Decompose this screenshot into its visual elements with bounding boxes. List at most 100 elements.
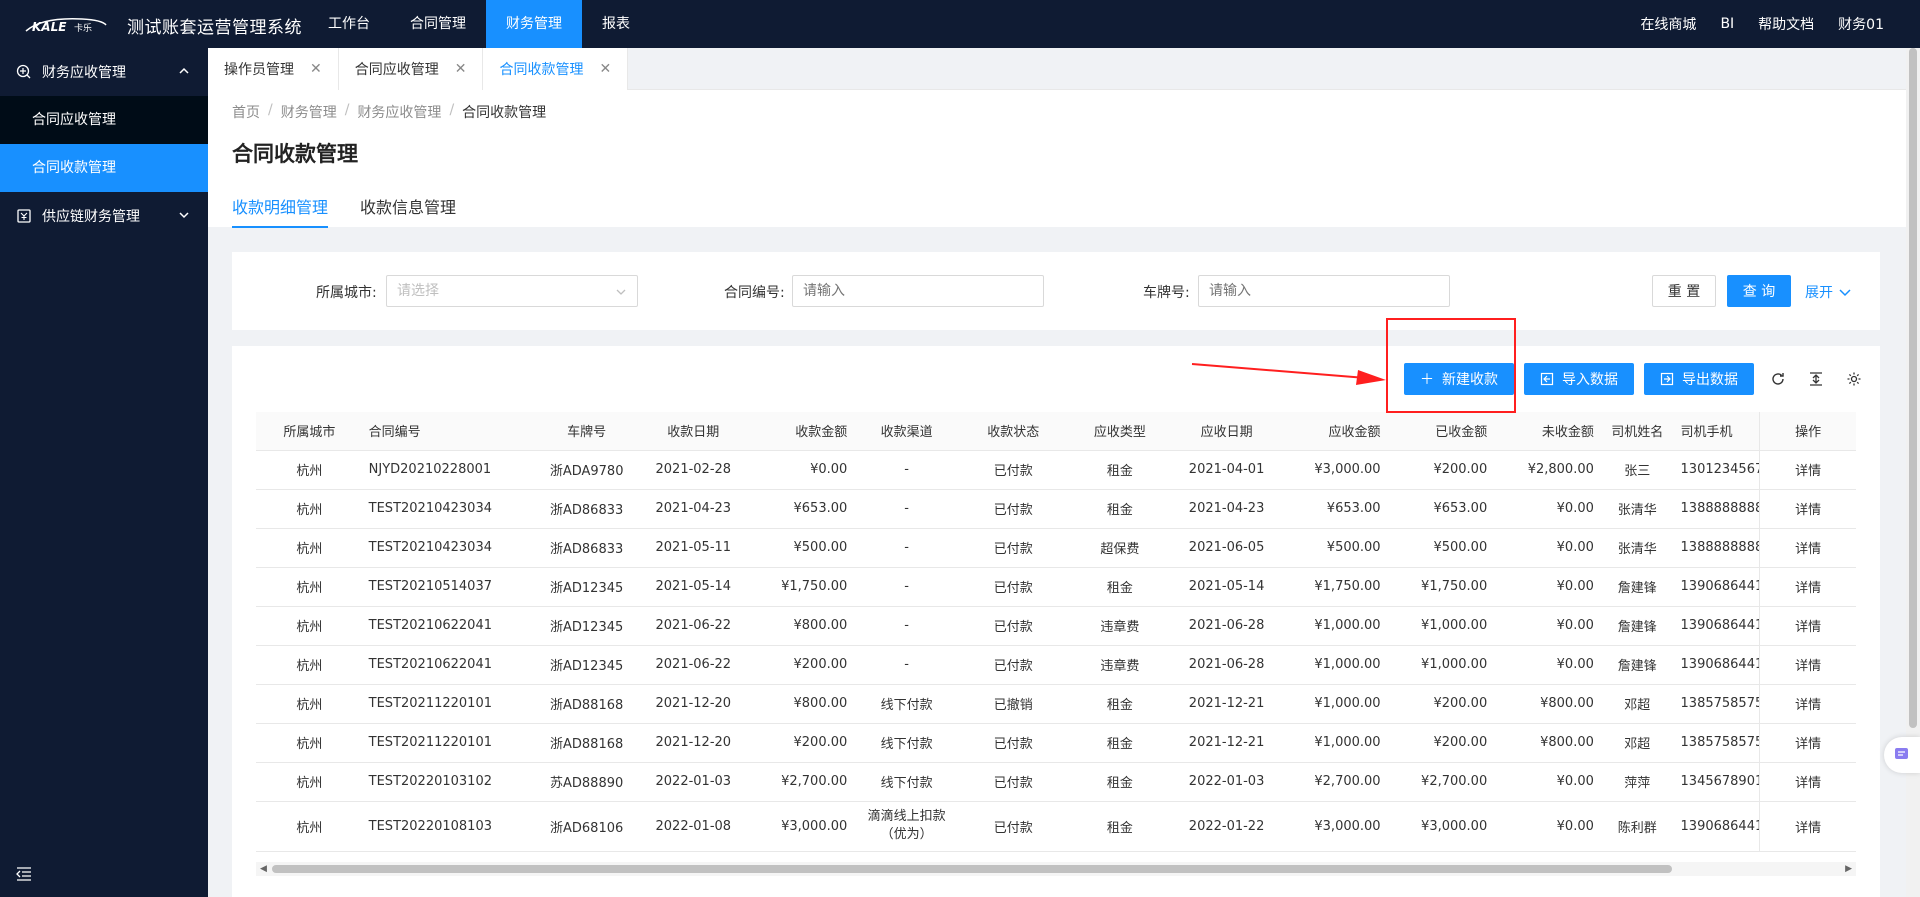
sidebar-group-finance-receivable[interactable]: 财务应收管理 bbox=[0, 48, 208, 96]
horizontal-scrollbar[interactable]: ◀ ▶ bbox=[256, 862, 1856, 876]
detail-link[interactable]: 详情 bbox=[1759, 606, 1856, 646]
breadcrumb-home[interactable]: 首页 bbox=[232, 102, 260, 122]
cell-receivable-date: 2021-06-05 bbox=[1173, 528, 1280, 568]
nav-reports[interactable]: 报表 bbox=[582, 0, 650, 48]
table-row: 杭州 TEST20210423034 浙AD86833 2021-05-11 ¥500.… bbox=[256, 528, 1856, 568]
city-placeholder: 请选择 bbox=[397, 283, 439, 299]
reset-button[interactable]: 重 置 bbox=[1652, 275, 1716, 307]
cell-receivable-amount: ¥2,700.00 bbox=[1279, 762, 1387, 802]
link-help-docs[interactable]: 帮助文档 bbox=[1758, 14, 1814, 34]
breadcrumb-finance[interactable]: 财务管理 bbox=[281, 102, 337, 122]
cell-received-amount: ¥3,000.00 bbox=[1386, 801, 1494, 852]
table-header-row: 所属城市 合同编号 车牌号 收款日期 收款金额 收款渠道 收款状态 应收类型 应… bbox=[256, 412, 1856, 451]
col-driver-name: 司机姓名 bbox=[1599, 412, 1675, 451]
contract-no-input[interactable] bbox=[792, 275, 1044, 307]
table-row: 杭州 TEST20210622041 浙AD12345 2021-06-22 ¥800.… bbox=[256, 606, 1856, 646]
tab-contract-receipt[interactable]: 合同收款管理 ✕ bbox=[483, 48, 629, 90]
close-icon[interactable]: ✕ bbox=[455, 61, 467, 77]
query-button[interactable]: 查 询 bbox=[1727, 275, 1791, 307]
export-data-button[interactable]: 导出数据 bbox=[1644, 363, 1754, 395]
cell-received-amount: ¥1,000.00 bbox=[1386, 645, 1494, 685]
annotation-arrow-icon bbox=[1191, 363, 1386, 385]
cell-contract-no: NJYD20210228001 bbox=[362, 450, 534, 490]
tab-receipt-details[interactable]: 收款明细管理 bbox=[232, 194, 329, 228]
collapse-menu-icon[interactable] bbox=[16, 867, 32, 881]
cell-city: 杭州 bbox=[256, 801, 363, 852]
cell-receivable-amount: ¥1,750.00 bbox=[1279, 567, 1387, 607]
table-row: 杭州 TEST20210514037 浙AD12345 2021-05-14 ¥1,75… bbox=[256, 567, 1856, 607]
table-row: 杭州 TEST20211220101 浙AD88168 2021-12-20 ¥200.… bbox=[256, 723, 1856, 763]
app-title: 测试账套运营管理系统 bbox=[127, 18, 302, 38]
page-title: 合同收款管理 bbox=[232, 142, 358, 166]
svg-text:卡乐: 卡乐 bbox=[74, 22, 92, 34]
export-icon bbox=[1660, 372, 1674, 386]
col-actions: 操作 bbox=[1759, 412, 1856, 451]
detail-link[interactable]: 详情 bbox=[1759, 567, 1856, 607]
cell-plate: 浙AD68106 bbox=[533, 801, 640, 852]
link-online-mall[interactable]: 在线商城 bbox=[1640, 14, 1696, 34]
tab-receipt-info[interactable]: 收款信息管理 bbox=[360, 194, 456, 228]
close-icon[interactable]: ✕ bbox=[599, 61, 611, 77]
col-status: 收款状态 bbox=[959, 412, 1067, 451]
chat-assistant-icon[interactable] bbox=[1884, 737, 1920, 773]
plate-input[interactable] bbox=[1198, 275, 1450, 307]
cell-driver-name: 陈利群 bbox=[1599, 801, 1675, 852]
cell-receipt-date: 2021-04-23 bbox=[639, 489, 747, 529]
scrollbar-thumb[interactable] bbox=[272, 865, 1672, 873]
cell-unreceived-amount: ¥0.00 bbox=[1493, 762, 1600, 802]
detail-link[interactable]: 详情 bbox=[1759, 684, 1856, 724]
cell-received-amount: ¥2,700.00 bbox=[1386, 762, 1494, 802]
cell-unreceived-amount: ¥800.00 bbox=[1493, 684, 1600, 724]
page-header: 首页 / 财务管理 / 财务应收管理 / 合同收款管理 合同收款管理 收款明细管理 收… bbox=[208, 90, 1912, 228]
nav-finance[interactable]: 财务管理 bbox=[486, 0, 582, 48]
detail-link[interactable]: 详情 bbox=[1759, 801, 1856, 852]
cell-plate: 浙AD88168 bbox=[533, 723, 640, 763]
density-icon[interactable] bbox=[1802, 365, 1830, 393]
table-body: 杭州 NJYD20210228001 浙ADA9780 2021-02-28 ¥0.00… bbox=[256, 450, 1856, 852]
scroll-left-icon[interactable]: ◀ bbox=[260, 864, 267, 874]
tab-label: 操作员管理 bbox=[224, 62, 294, 78]
cell-unreceived-amount: ¥0.00 bbox=[1493, 645, 1600, 685]
cell-plate: 浙ADA9780 bbox=[533, 450, 640, 490]
table-row: 杭州 TEST20211220101 浙AD88168 2021-12-20 ¥800.… bbox=[256, 684, 1856, 724]
settings-icon[interactable] bbox=[1840, 365, 1868, 393]
import-data-button[interactable]: 导入数据 bbox=[1524, 363, 1634, 395]
col-contract-no: 合同编号 bbox=[362, 412, 534, 451]
sidebar-item-contract-receivable[interactable]: 合同应收管理 bbox=[0, 96, 208, 144]
cell-receipt-amount: ¥0.00 bbox=[746, 450, 854, 490]
detail-link[interactable]: 详情 bbox=[1759, 528, 1856, 568]
breadcrumb-current: 合同收款管理 bbox=[462, 105, 547, 121]
cell-receivable-date: 2021-05-14 bbox=[1173, 567, 1280, 607]
sidebar-submenu: 合同应收管理 合同收款管理 bbox=[0, 96, 208, 192]
tab-operator-management[interactable]: 操作员管理 ✕ bbox=[208, 48, 339, 90]
cell-plate: 浙AD88168 bbox=[533, 684, 640, 724]
cell-receivable-amount: ¥1,000.00 bbox=[1279, 684, 1387, 724]
close-icon[interactable]: ✕ bbox=[310, 61, 322, 77]
detail-link[interactable]: 详情 bbox=[1759, 645, 1856, 685]
sidebar-item-contract-receipt[interactable]: 合同收款管理 bbox=[0, 144, 208, 192]
detail-link[interactable]: 详情 bbox=[1759, 762, 1856, 802]
city-select[interactable]: 请选择 bbox=[386, 275, 638, 307]
scroll-right-icon[interactable]: ▶ bbox=[1845, 864, 1852, 874]
user-menu[interactable]: 财务01 bbox=[1838, 14, 1884, 34]
breadcrumb-receivable[interactable]: 财务应收管理 bbox=[357, 102, 441, 122]
detail-link[interactable]: 详情 bbox=[1759, 450, 1856, 490]
detail-link[interactable]: 详情 bbox=[1759, 723, 1856, 763]
nav-workbench[interactable]: 工作台 bbox=[308, 0, 390, 48]
top-right-links: 在线商城 BI 帮助文档 财务01 bbox=[1640, 0, 1884, 48]
expand-filter-toggle[interactable]: 展开 bbox=[1805, 282, 1851, 302]
link-bi[interactable]: BI bbox=[1720, 16, 1734, 32]
refresh-icon[interactable] bbox=[1764, 365, 1792, 393]
tab-contract-receivable[interactable]: 合同应收管理 ✕ bbox=[338, 48, 484, 90]
cell-driver-phone: 13857585758 bbox=[1674, 723, 1760, 763]
cell-receivable-type: 超保费 bbox=[1066, 528, 1174, 568]
sidebar-group-supply-chain-finance[interactable]: 供应链财务管理 bbox=[0, 192, 208, 240]
detail-link[interactable]: 详情 bbox=[1759, 489, 1856, 529]
import-icon bbox=[1540, 372, 1554, 386]
cell-unreceived-amount: ¥800.00 bbox=[1493, 723, 1600, 763]
cell-driver-name: 邓超 bbox=[1599, 684, 1675, 724]
cell-receivable-amount: ¥1,000.00 bbox=[1279, 645, 1387, 685]
cell-unreceived-amount: ¥2,800.00 bbox=[1493, 450, 1600, 490]
scrollbar-thumb[interactable] bbox=[1909, 48, 1917, 728]
nav-contract[interactable]: 合同管理 bbox=[390, 0, 486, 48]
